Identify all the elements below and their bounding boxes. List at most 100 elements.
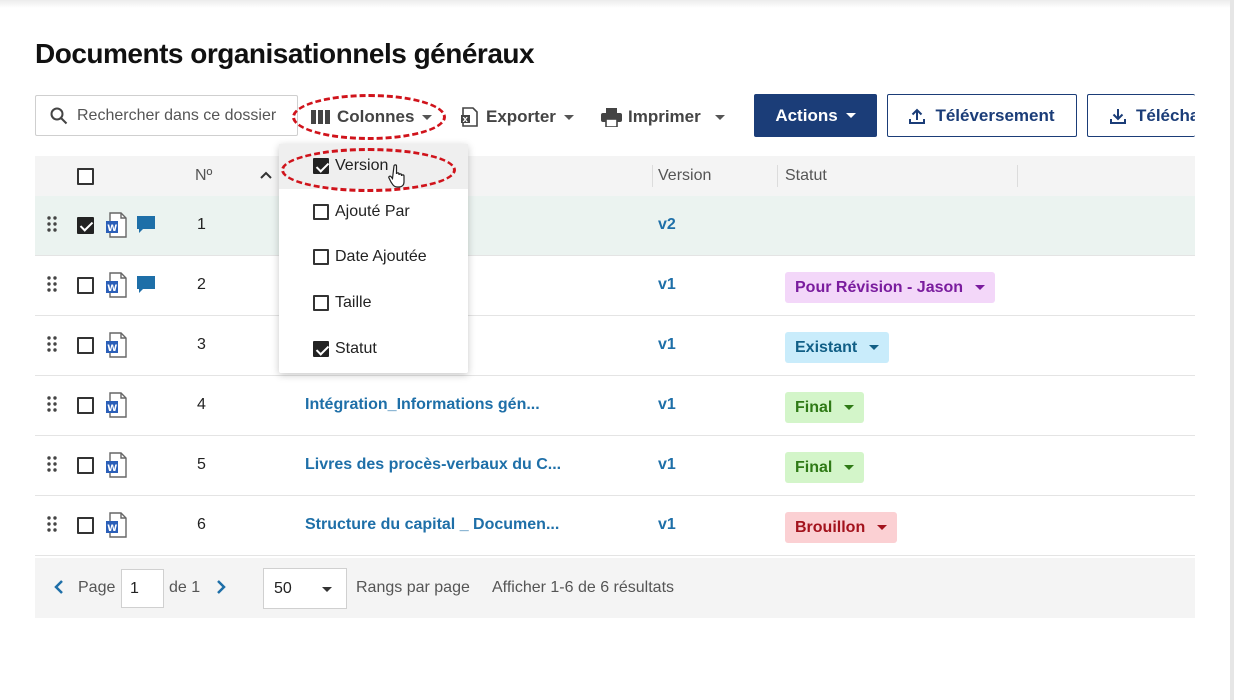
drag-handle-icon[interactable] <box>47 456 57 472</box>
top-shadow <box>0 0 1234 8</box>
row-checkbox[interactable] <box>77 217 94 234</box>
columns-icon <box>311 110 330 124</box>
row-checkbox[interactable] <box>77 517 94 534</box>
status-badge[interactable]: Final <box>785 452 865 483</box>
header-version[interactable]: Version <box>658 167 711 185</box>
column-option-label: Date Ajoutée <box>335 248 427 265</box>
drag-handle-icon[interactable] <box>47 396 57 412</box>
column-option[interactable]: Ajouté Par <box>279 190 468 235</box>
row-number: 1 <box>197 216 206 233</box>
window-edge <box>1230 0 1234 700</box>
column-divider[interactable] <box>1017 165 1018 187</box>
header-number[interactable]: Nº <box>195 167 212 185</box>
column-option[interactable]: Version <box>279 144 468 189</box>
search-icon <box>50 107 68 124</box>
column-option[interactable]: Taille <box>279 281 468 326</box>
status-badge[interactable]: Existant <box>785 332 890 363</box>
version-link[interactable]: v2 <box>658 216 676 234</box>
row-number: 5 <box>197 456 206 473</box>
status-label: Pour Révision - Jason <box>795 278 964 296</box>
comment-icon[interactable] <box>136 275 156 295</box>
svg-text:W: W <box>107 524 117 534</box>
documents-table: Nº Version Statut W1…ionv2W2…sev1Pour Ré… <box>35 156 1195 556</box>
rows-per-page-label: Rangs par page <box>356 579 470 596</box>
export-button[interactable]: X Exporter <box>460 100 574 134</box>
search-input[interactable] <box>77 106 282 125</box>
version-link[interactable]: v1 <box>658 516 676 534</box>
column-option[interactable]: Date Ajoutée <box>279 235 468 280</box>
actions-button[interactable]: Actions <box>754 94 877 137</box>
chevron-left-icon[interactable] <box>54 579 64 595</box>
word-document-icon[interactable]: W <box>105 512 127 538</box>
version-link[interactable]: v1 <box>658 456 676 474</box>
word-document-icon[interactable]: W <box>105 212 127 238</box>
row-checkbox[interactable] <box>77 397 94 414</box>
table-row[interactable]: W2…sev1Pour Révision - Jason <box>35 256 1195 316</box>
comment-icon[interactable] <box>136 215 156 235</box>
select-all-checkbox[interactable] <box>77 168 94 185</box>
chevron-down-icon <box>869 345 880 350</box>
column-divider[interactable] <box>652 165 653 187</box>
svg-text:W: W <box>107 464 117 474</box>
svg-text:W: W <box>107 404 117 414</box>
chevron-right-icon[interactable] <box>216 579 226 595</box>
row-checkbox[interactable] <box>77 457 94 474</box>
drag-handle-icon[interactable] <box>47 216 57 232</box>
table-row[interactable]: W 6 Structure du capital _ Documen... v1 Bro… <box>35 496 1195 556</box>
status-badge[interactable]: Pour Révision - Jason <box>785 272 996 303</box>
document-name-link[interactable]: Intégration_Informations gén... <box>305 396 540 414</box>
header-status[interactable]: Statut <box>785 167 827 185</box>
column-option-checkbox[interactable] <box>313 158 329 174</box>
column-option-checkbox[interactable] <box>313 341 329 357</box>
status-label: Brouillon <box>795 518 866 536</box>
row-checkbox[interactable] <box>77 277 94 294</box>
column-option-checkbox[interactable] <box>313 204 329 220</box>
version-link[interactable]: v1 <box>658 336 676 354</box>
table-row[interactable]: W1…ionv2 <box>35 196 1195 256</box>
word-document-icon[interactable]: W <box>105 452 127 478</box>
version-link[interactable]: v1 <box>658 276 676 294</box>
rows-per-page-value: 50 <box>274 580 292 597</box>
column-option-label: Statut <box>335 340 377 357</box>
table-row[interactable]: W 4 Intégration_Informations gén... v1 Final <box>35 376 1195 436</box>
column-option[interactable]: Statut <box>279 327 468 372</box>
column-option-checkbox[interactable] <box>313 295 329 311</box>
row-number: 6 <box>197 516 206 533</box>
document-name-link[interactable]: Livres des procès-verbaux du C... <box>305 456 561 474</box>
actions-label: Actions <box>775 105 838 125</box>
print-button[interactable]: Imprimer <box>601 100 725 134</box>
search-box[interactable] <box>35 95 298 136</box>
rows-per-page-select[interactable]: 50 <box>263 568 347 609</box>
page-label: Page <box>78 579 116 596</box>
svg-text:W: W <box>107 344 117 354</box>
svg-text:W: W <box>107 284 117 294</box>
version-link[interactable]: v1 <box>658 396 676 414</box>
upload-label: Téléversement <box>935 105 1055 125</box>
status-badge[interactable]: Brouillon <box>785 512 898 543</box>
drag-handle-icon[interactable] <box>47 336 57 352</box>
row-checkbox[interactable] <box>77 337 94 354</box>
status-badge[interactable]: Final <box>785 392 865 423</box>
row-number: 3 <box>197 336 206 353</box>
drag-handle-icon[interactable] <box>47 276 57 292</box>
columns-button[interactable]: Colonnes <box>311 100 433 134</box>
table-row[interactable]: W3…ropriétév1Existant <box>35 316 1195 376</box>
page-number-input[interactable]: 1 <box>121 569 164 608</box>
drag-handle-icon[interactable] <box>47 516 57 532</box>
excel-icon: X <box>461 107 478 127</box>
document-name-link[interactable]: Structure du capital _ Documen... <box>305 516 559 534</box>
sort-asc-icon[interactable] <box>260 171 272 179</box>
download-label: Téléchargement <box>1136 105 1195 125</box>
column-option-label: Taille <box>335 294 372 311</box>
upload-button[interactable]: Téléversement <box>887 94 1077 137</box>
chevron-down-icon <box>845 113 856 118</box>
word-document-icon[interactable]: W <box>105 272 127 298</box>
column-option-checkbox[interactable] <box>313 249 329 265</box>
column-option-label: Ajouté Par <box>335 203 410 220</box>
table-row[interactable]: W 5 Livres des procès-verbaux du C... v1 Fin… <box>35 436 1195 496</box>
column-divider[interactable] <box>777 165 778 187</box>
word-document-icon[interactable]: W <box>105 392 127 418</box>
pagination-bar: Page 1 de 1 50 Rangs par page Afficher 1… <box>35 558 1195 618</box>
download-button[interactable]: Téléchargement <box>1087 94 1195 137</box>
word-document-icon[interactable]: W <box>105 332 127 358</box>
